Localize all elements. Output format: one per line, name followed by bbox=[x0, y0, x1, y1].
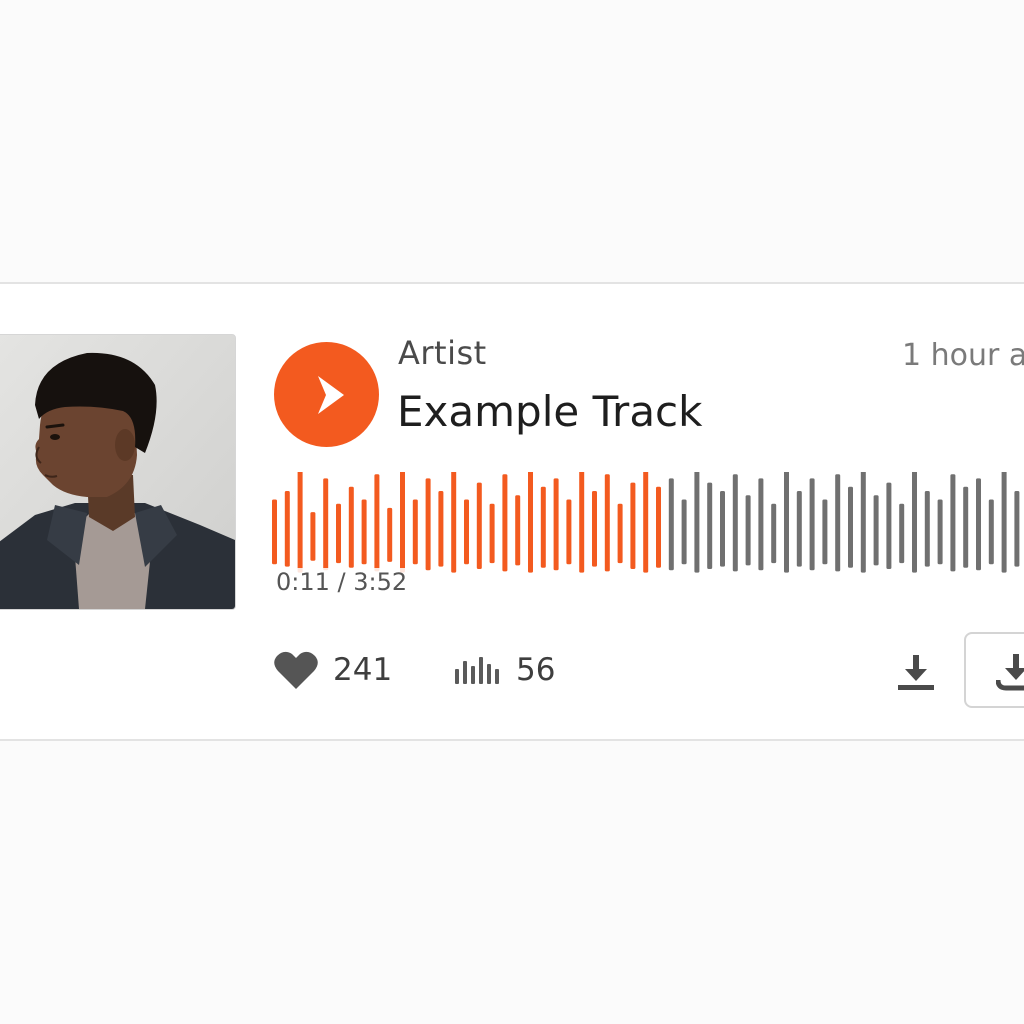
bar-chart-icon bbox=[455, 657, 499, 684]
waveform-bar bbox=[758, 478, 764, 571]
like-count: 241 bbox=[333, 652, 393, 688]
heart-icon bbox=[274, 651, 318, 689]
waveform-bar-played bbox=[310, 512, 316, 561]
waveform-bar-played bbox=[579, 472, 585, 573]
waveform-bar-played bbox=[387, 507, 393, 562]
waveform-bar-played bbox=[566, 499, 572, 565]
waveform-bar bbox=[771, 503, 777, 564]
download-button[interactable] bbox=[964, 632, 1024, 708]
waveform-bar bbox=[796, 491, 802, 567]
waveform-bar bbox=[886, 482, 892, 569]
waveform-bar bbox=[720, 491, 725, 567]
track-title[interactable]: Example Track bbox=[397, 387, 702, 436]
waveform-bar bbox=[1001, 472, 1007, 573]
play-button[interactable] bbox=[274, 342, 379, 447]
waveform-bar bbox=[988, 499, 994, 565]
waveform-bar-played bbox=[540, 486, 546, 568]
waveform-bar-played bbox=[656, 486, 661, 568]
waveform-bar-played bbox=[348, 486, 354, 568]
waveform-bar bbox=[860, 472, 866, 573]
waveform-bar bbox=[732, 474, 738, 572]
waveform-bar bbox=[937, 499, 943, 565]
artist-portrait-image bbox=[0, 335, 235, 609]
play-count-stat: 56 bbox=[454, 646, 555, 694]
waveform-bar-played bbox=[323, 478, 329, 571]
waveform-bar-played bbox=[464, 499, 469, 565]
waveform-bar bbox=[835, 474, 841, 572]
waveform-bar bbox=[707, 482, 713, 569]
posted-timestamp: 1 hour a bbox=[902, 338, 1024, 373]
waveform-bar bbox=[950, 474, 956, 572]
play-count: 56 bbox=[516, 652, 556, 688]
waveform-bar-played bbox=[604, 474, 610, 572]
waveform-bar bbox=[1014, 491, 1020, 567]
artist-name[interactable]: Artist bbox=[398, 334, 487, 372]
waveform-bar-played bbox=[630, 482, 636, 569]
waveform-bar bbox=[848, 486, 853, 568]
waveform-bar-played bbox=[451, 472, 457, 573]
download-link[interactable] bbox=[896, 652, 936, 692]
waveform-bar-played bbox=[336, 503, 341, 564]
waveform-bar-played bbox=[374, 474, 380, 572]
waveform-bar-played bbox=[643, 472, 649, 573]
waveform-bar-played bbox=[400, 472, 405, 573]
waveform-bar-played bbox=[425, 478, 431, 571]
waveform-bar bbox=[784, 472, 789, 573]
page: Artist Example Track 1 hour a 0:11 / 3:5… bbox=[0, 0, 1024, 1024]
waveform-bar-played bbox=[592, 491, 597, 567]
waveform-bar bbox=[976, 478, 981, 571]
waveform-bar bbox=[963, 486, 969, 568]
download-icon bbox=[996, 654, 1024, 691]
track-card: Artist Example Track 1 hour a 0:11 / 3:5… bbox=[0, 282, 1024, 741]
waveform-bar-played bbox=[272, 499, 277, 565]
waveform-bar-played bbox=[284, 491, 290, 567]
play-icon bbox=[318, 376, 344, 414]
waveform-bar-played bbox=[617, 503, 623, 564]
waveform-bar-played bbox=[476, 482, 482, 569]
waveform-bar-played bbox=[438, 491, 444, 567]
waveform-bar bbox=[912, 472, 917, 573]
like-button[interactable]: 241 bbox=[273, 646, 392, 694]
waveform-bar-played bbox=[297, 472, 303, 573]
waveform-bar bbox=[809, 478, 815, 571]
playback-time: 0:11 / 3:52 bbox=[276, 568, 411, 596]
waveform-bar-played bbox=[528, 472, 533, 573]
waveform-bar-played bbox=[489, 503, 495, 564]
waveform-bar-played bbox=[502, 474, 508, 572]
waveform-bar bbox=[924, 491, 930, 567]
waveform-bar bbox=[694, 472, 700, 573]
download-icon bbox=[898, 655, 934, 690]
waveform-bar-played bbox=[553, 478, 559, 571]
waveform-bar bbox=[745, 495, 751, 566]
track-artwork[interactable] bbox=[0, 334, 236, 610]
waveform-bar bbox=[873, 495, 879, 566]
waveform-bar bbox=[681, 499, 687, 565]
waveform-bar bbox=[668, 478, 674, 571]
waveform-bar bbox=[899, 503, 905, 564]
waveform-bar bbox=[822, 499, 828, 565]
waveform-bar-played bbox=[515, 495, 521, 566]
waveform-bar-played bbox=[361, 499, 367, 565]
waveform-bar-played bbox=[412, 499, 418, 565]
